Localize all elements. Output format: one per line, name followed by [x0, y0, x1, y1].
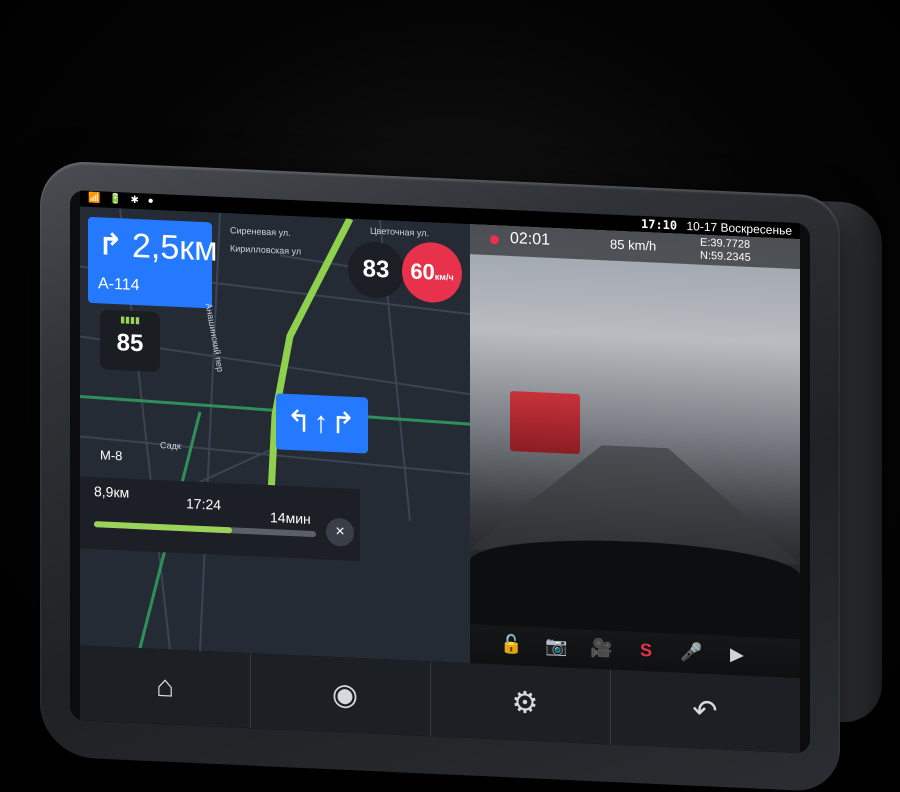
route-progress-fill: [94, 521, 232, 534]
turn-right-icon: ↱: [98, 228, 124, 263]
home-icon[interactable]: ⌂: [80, 645, 251, 729]
record-status-icon: ●: [147, 195, 157, 207]
gps-coordinates: E:39.7728 N:59.2345: [700, 237, 751, 265]
navigation-map[interactable]: ↱ 2,5км А-114 ▮▮▮▮ 85 83 60км/ч Сиренева…: [80, 206, 470, 664]
status-icons: 📶 🔋 ✱ ●: [88, 193, 157, 207]
remaining-distance: 8,9км: [94, 483, 130, 501]
truck: [510, 390, 580, 455]
mute-mic-icon[interactable]: 🎤: [680, 642, 702, 664]
settings-icon[interactable]: ⚙: [440, 661, 611, 745]
camera-icon[interactable]: ◉: [260, 653, 431, 737]
close-icon[interactable]: ×: [326, 517, 354, 547]
navigator-device: 📶 🔋 ✱ ● 17:10 10-17 Воскресенье ↱ 2,5км …: [40, 160, 882, 792]
dashcam-view[interactable]: 02:01 85 km/h E:39.7728 N:59.2345 🔓 📷 🎥 …: [470, 224, 800, 679]
recording-dot-icon: [490, 235, 499, 245]
street-label: Садк: [160, 440, 181, 452]
speed-alert-icon[interactable]: S: [640, 640, 652, 662]
next-turn-card[interactable]: ↱ 2,5км А-114: [88, 216, 218, 309]
lane-indicator: ▮▮▮▮: [120, 314, 140, 326]
dashcam-speed: 85 km/h: [610, 236, 657, 254]
speed-camera-tile: ▮▮▮▮ 85: [100, 309, 160, 373]
status-time: 17:10: [641, 216, 678, 233]
eta-panel[interactable]: 8,9км 17:24 14мин ×: [80, 476, 360, 562]
speed-limit-value: 60: [410, 258, 435, 285]
highway-label: М-8: [100, 447, 123, 464]
recording-time: 02:01: [510, 229, 551, 249]
speed-tile-value: 85: [116, 329, 144, 358]
back-icon[interactable]: ↶: [620, 670, 790, 753]
screen-bezel: 📶 🔋 ✱ ● 17:10 10-17 Воскресенье ↱ 2,5км …: [70, 190, 810, 754]
gps-north: N:59.2345: [700, 249, 751, 264]
turn-distance: 2,5км: [132, 226, 218, 269]
photo-icon[interactable]: 📷: [545, 636, 567, 658]
signal-icon: 📶: [88, 192, 104, 205]
lock-icon[interactable]: 🔓: [500, 634, 522, 656]
speed-limit-unit: км/ч: [434, 271, 454, 283]
play-icon[interactable]: ▶: [730, 644, 744, 666]
bluetooth-icon: ✱: [130, 194, 142, 207]
road-name: А-114: [98, 275, 140, 295]
video-record-icon[interactable]: 🎥: [590, 638, 612, 660]
arrival-time: 17:24: [186, 495, 222, 513]
battery-icon: 🔋: [109, 193, 125, 206]
remaining-duration: 14мин: [270, 509, 311, 527]
lane-guidance-sign: ↰↑↱: [276, 393, 368, 454]
display: 📶 🔋 ✱ ● 17:10 10-17 Воскресенье ↱ 2,5км …: [80, 190, 800, 679]
